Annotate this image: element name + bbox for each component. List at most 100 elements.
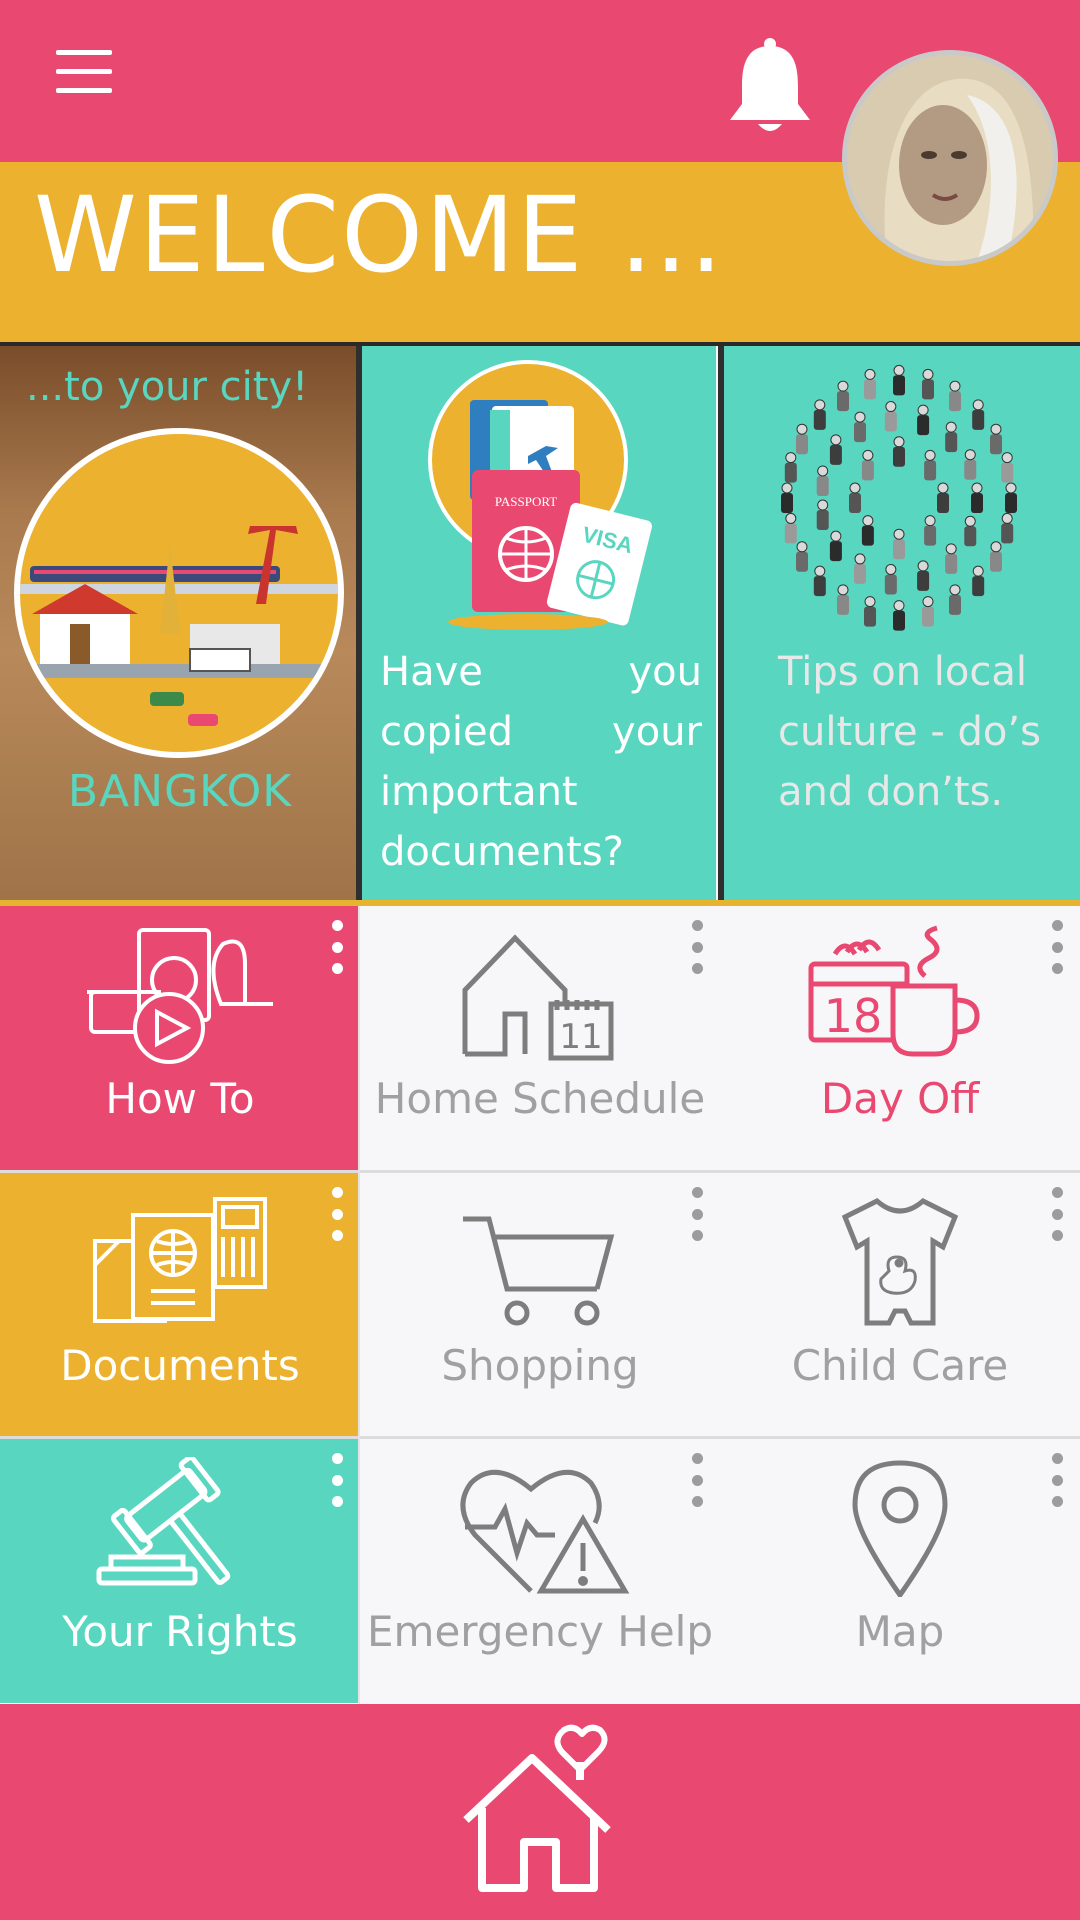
shopping-label: Shopping — [441, 1341, 639, 1390]
tile-your-rights[interactable]: Your Rights — [0, 1439, 360, 1703]
culture-tip-card[interactable]: Tips on local culture - do’s and don’ts. — [724, 346, 1080, 900]
documents-label: Documents — [60, 1341, 300, 1390]
person-figure — [813, 399, 826, 430]
person-figure — [893, 364, 905, 396]
person-figure — [972, 565, 985, 597]
person-figure — [837, 584, 849, 615]
person-figure — [893, 600, 905, 631]
person-figure — [864, 368, 877, 400]
city-tagline: ...to your city! — [26, 364, 309, 410]
person-figure — [949, 380, 961, 412]
shopping-cart-icon — [360, 1191, 720, 1331]
person-figure — [837, 380, 849, 412]
person-figure — [796, 423, 809, 455]
home-schedule-menu-icon[interactable] — [690, 920, 704, 974]
how-to-icon — [0, 924, 360, 1064]
person-figure — [864, 596, 877, 627]
culture-tip-text: Tips on local culture - do’s and don’ts. — [778, 649, 1041, 815]
person-figure — [784, 512, 797, 544]
person-figure — [816, 499, 829, 531]
schedule-day-text: 11 — [559, 1017, 602, 1057]
map-label: Map — [855, 1607, 945, 1656]
person-figure — [989, 541, 1002, 572]
map-pin-icon — [720, 1457, 1080, 1597]
bell-icon[interactable] — [724, 36, 816, 136]
svg-text:PASSPORT: PASSPORT — [495, 494, 557, 509]
person-figure — [854, 411, 866, 443]
tile-day-off[interactable]: 18 Day Off — [720, 906, 1080, 1170]
documents-menu-icon[interactable] — [330, 1187, 344, 1241]
person-figure — [949, 584, 961, 615]
tile-child-care[interactable]: Child Care — [720, 1173, 1080, 1437]
person-figure — [989, 423, 1002, 455]
documents-tip-card[interactable]: PASSPORT VISA Have you copied your impor… — [362, 346, 716, 900]
shopping-menu-icon[interactable] — [690, 1187, 704, 1241]
city-name: BANGKOK — [67, 766, 293, 817]
person-figure — [861, 515, 874, 546]
person-figure — [924, 515, 937, 546]
heart-warning-icon — [360, 1457, 720, 1597]
child-care-menu-icon[interactable] — [1050, 1187, 1064, 1241]
child-care-label: Child Care — [791, 1341, 1009, 1390]
how-to-label: How To — [105, 1074, 255, 1123]
emergency-help-label: Emergency Help — [367, 1607, 713, 1656]
person-figure — [829, 434, 842, 465]
bangkok-illustration — [14, 428, 344, 758]
person-figure — [945, 421, 958, 453]
documents-icon — [0, 1191, 360, 1331]
person-figure — [917, 404, 930, 436]
person-figure — [829, 530, 842, 562]
documents-tip-text: Have you copied your important documents… — [380, 649, 702, 875]
emergency-help-menu-icon[interactable] — [690, 1453, 704, 1507]
day-off-menu-icon[interactable] — [1050, 920, 1064, 974]
person-figure — [796, 541, 809, 572]
city-card[interactable]: ...to your city! BANGKOK — [0, 346, 360, 900]
person-figure — [921, 368, 934, 400]
person-figure — [964, 449, 977, 480]
welcome-heading: WELCOME ... — [34, 174, 725, 296]
home-schedule-label: Home Schedule — [374, 1074, 706, 1123]
person-figure — [917, 560, 930, 591]
your-rights-menu-icon[interactable] — [330, 1453, 344, 1507]
map-menu-icon[interactable] — [1050, 1453, 1064, 1507]
column-divider — [358, 906, 360, 1704]
person-figure — [924, 449, 937, 481]
person-figure — [972, 399, 985, 430]
person-figure — [937, 482, 949, 513]
day-off-label: Day Off — [820, 1074, 980, 1123]
person-figure — [1001, 512, 1014, 544]
person-figure — [1001, 452, 1014, 483]
person-figure — [893, 528, 905, 560]
gavel-icon — [0, 1457, 360, 1597]
home-heart-icon[interactable] — [458, 1722, 618, 1902]
person-figure — [893, 436, 905, 467]
tile-home-schedule[interactable]: 11 Home Schedule — [360, 906, 720, 1170]
tile-how-to[interactable]: How To — [0, 906, 360, 1170]
person-figure — [781, 482, 793, 513]
tile-shopping[interactable]: Shopping — [360, 1173, 720, 1437]
tile-documents[interactable]: Documents — [0, 1173, 360, 1437]
tile-emergency-help[interactable]: Emergency Help — [360, 1439, 720, 1703]
baby-onesie-icon — [720, 1191, 1080, 1331]
hamburger-menu-icon[interactable] — [56, 50, 118, 96]
tile-map[interactable]: Map — [720, 1439, 1080, 1703]
person-figure — [884, 563, 897, 595]
person-figure — [816, 465, 829, 496]
user-avatar[interactable] — [842, 50, 1058, 266]
person-figure — [921, 596, 934, 627]
day-off-icon: 18 — [720, 924, 1080, 1064]
person-figure — [964, 515, 977, 547]
how-to-menu-icon[interactable] — [330, 920, 344, 974]
person-figure — [813, 565, 826, 597]
day-off-date-text: 18 — [824, 989, 883, 1043]
person-figure — [971, 482, 983, 513]
people-ring-illustration — [781, 364, 1017, 631]
person-figure — [849, 482, 861, 513]
person-figure — [884, 401, 897, 432]
person-figure — [784, 452, 797, 483]
person-figure — [861, 449, 874, 481]
home-schedule-icon: 11 — [360, 924, 720, 1064]
person-figure — [1005, 482, 1017, 513]
your-rights-label: Your Rights — [62, 1607, 298, 1656]
bottom-bar — [0, 1704, 1080, 1920]
